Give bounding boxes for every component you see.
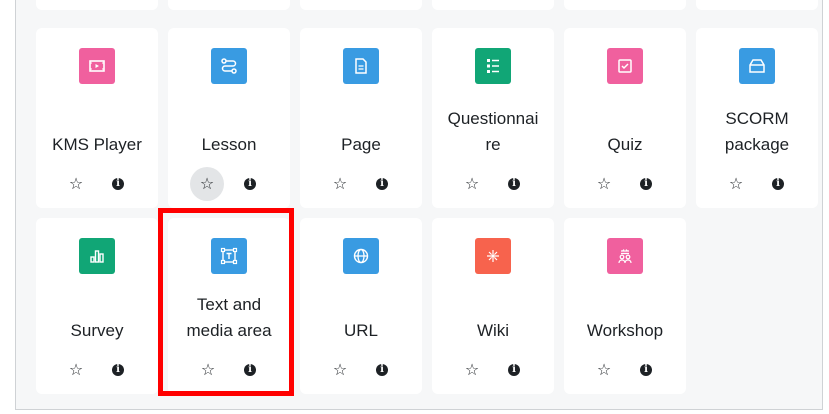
activity-label: Text and media area — [186, 295, 272, 340]
info-icon[interactable]: i — [106, 172, 130, 196]
star-favourite-icon[interactable]: ☆ — [328, 358, 352, 382]
star-favourite-icon[interactable]: ☆ — [724, 172, 748, 196]
star-favourite-icon[interactable]: ☆ — [328, 172, 352, 196]
info-icon[interactable]: i — [634, 172, 658, 196]
workshop-people-icon — [607, 238, 643, 274]
info-icon[interactable]: i — [238, 172, 262, 196]
activity-label: Page — [341, 135, 381, 154]
info-icon[interactable]: i — [238, 358, 262, 382]
globe-icon — [343, 238, 379, 274]
info-icon[interactable]: i — [370, 358, 394, 382]
activity-label: Workshop — [586, 321, 664, 340]
info-icon[interactable]: i — [502, 172, 526, 196]
activity-tile-page[interactable]: Page ☆ i — [300, 28, 422, 208]
questionnaire-list-icon — [475, 48, 511, 84]
text-media-area-icon — [211, 238, 247, 274]
star-favourite-icon[interactable]: ☆ — [64, 358, 88, 382]
star-favourite-icon[interactable]: ☆ — [196, 358, 220, 382]
info-icon[interactable]: i — [370, 172, 394, 196]
activity-label: Survey — [70, 321, 124, 340]
wiki-network-icon — [475, 238, 511, 274]
activity-label: URL — [343, 321, 378, 340]
activity-tile-survey[interactable]: Survey ☆ i — [36, 218, 158, 394]
star-favourite-icon[interactable]: ☆ — [460, 172, 484, 196]
info-icon[interactable]: i — [634, 358, 658, 382]
video-player-icon — [79, 48, 115, 84]
activity-tile-url[interactable]: URL ☆ i — [300, 218, 422, 394]
page-document-icon — [343, 48, 379, 84]
info-icon[interactable]: i — [106, 358, 130, 382]
activity-grid-row-1: KMS Player ☆ i Lesson ☆ i Page ☆ i Quest… — [36, 28, 818, 208]
activity-grid-row-2: Survey ☆ i Text and media area ☆ i URL ☆ … — [36, 218, 818, 394]
info-icon[interactable]: i — [766, 172, 790, 196]
quiz-check-icon — [607, 48, 643, 84]
star-favourite-icon[interactable]: ☆ — [460, 358, 484, 382]
star-favourite-icon[interactable]: ☆ — [592, 358, 616, 382]
activity-tile-quiz[interactable]: Quiz ☆ i — [564, 28, 686, 208]
activity-label: Wiki — [476, 321, 510, 340]
previous-row-strip — [36, 0, 818, 10]
scorm-box-icon — [739, 48, 775, 84]
star-favourite-icon[interactable]: ☆ — [190, 167, 224, 201]
activity-label: Lesson — [201, 135, 257, 154]
activity-tile-scorm-package[interactable]: SCORM package ☆ i — [696, 28, 818, 208]
activity-tile-wiki[interactable]: Wiki ☆ i — [432, 218, 554, 394]
star-favourite-icon[interactable]: ☆ — [592, 172, 616, 196]
activity-tile-lesson[interactable]: Lesson ☆ i — [168, 28, 290, 208]
activity-tile-questionnaire[interactable]: Questionnai re ☆ i — [432, 28, 554, 208]
activity-label: Quiz — [607, 135, 643, 154]
survey-bar-chart-icon — [79, 238, 115, 274]
activity-label: Questionnai re — [447, 109, 539, 154]
activity-tile-text-and-media-area[interactable]: Text and media area ☆ i — [168, 218, 290, 394]
activity-label: KMS Player — [52, 135, 142, 154]
activity-tile-workshop[interactable]: Workshop ☆ i — [564, 218, 686, 394]
lesson-path-icon — [211, 48, 247, 84]
star-favourite-icon[interactable]: ☆ — [64, 172, 88, 196]
activity-label: SCORM package — [724, 109, 790, 154]
info-icon[interactable]: i — [502, 358, 526, 382]
activity-tile-kms-player[interactable]: KMS Player ☆ i — [36, 28, 158, 208]
